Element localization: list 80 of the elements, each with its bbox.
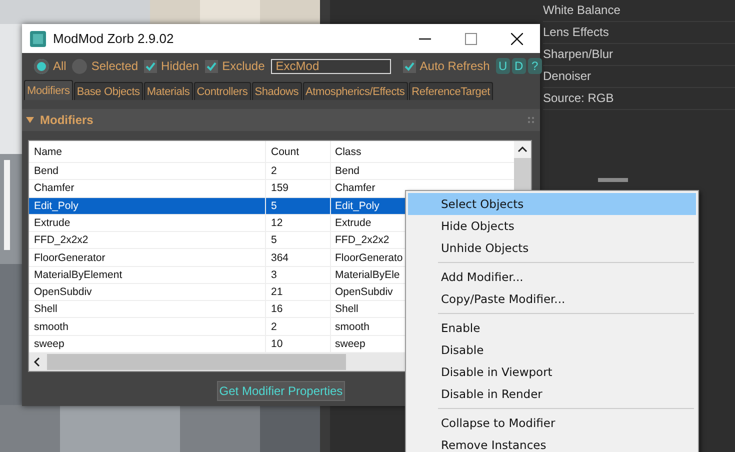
small-button[interactable]: ? — [528, 58, 542, 74]
checkbox[interactable]: Exclude — [205, 59, 265, 73]
menu-item[interactable]: Unhide Objects — [408, 237, 696, 259]
column-header[interactable]: Class — [331, 141, 362, 162]
menu-item[interactable]: Remove Instances — [408, 434, 696, 452]
panel-item[interactable]: Denoiser — [543, 66, 735, 88]
rollout-title[interactable]: Modifiers — [40, 113, 94, 127]
table-cell[interactable]: FloorGenerato — [331, 249, 403, 266]
panel-item[interactable]: Lens Effects — [543, 22, 735, 44]
menu-item[interactable]: Select Objects — [408, 193, 696, 215]
table-cell[interactable]: Bend — [29, 163, 266, 180]
table-cell[interactable]: Bend — [331, 163, 360, 180]
table-cell[interactable]: 3 — [266, 266, 331, 283]
triangle-icon[interactable] — [26, 116, 34, 124]
table-cell[interactable]: 21 — [266, 284, 331, 300]
checkmark-icon — [145, 60, 156, 72]
maximize-icon[interactable] — [465, 32, 477, 44]
tab[interactable]: Base Objects — [74, 82, 143, 100]
menu-item[interactable]: Disable — [408, 339, 696, 361]
menu-item[interactable]: Add Modifier... — [408, 266, 696, 288]
grip-icon[interactable] — [528, 117, 534, 123]
checkbox[interactable]: Auto Refresh — [402, 59, 490, 73]
checkbox[interactable]: Hidden — [144, 59, 200, 73]
tab[interactable]: Materials — [144, 82, 193, 100]
table-cell[interactable]: 2 — [266, 163, 331, 180]
table-cell[interactable]: 5 — [266, 232, 331, 248]
column-header[interactable]: Name — [29, 141, 266, 162]
table-cell[interactable]: Shell — [29, 301, 266, 318]
table-cell[interactable]: 12 — [266, 214, 331, 232]
table-cell[interactable]: MaterialByEle — [331, 266, 400, 283]
table-cell[interactable]: 10 — [266, 336, 331, 352]
table-cell[interactable]: FFD_2x2x2 — [331, 232, 390, 248]
menu-item[interactable]: Copy/Paste Modifier... — [408, 288, 696, 310]
menu-item[interactable]: Hide Objects — [408, 215, 696, 237]
checkmark-icon — [206, 60, 218, 72]
table-cell[interactable]: FFD_2x2x2 — [29, 232, 266, 248]
tab[interactable]: Modifiers — [24, 80, 73, 100]
radio-button[interactable]: All — [34, 58, 66, 74]
get-properties-button[interactable]: Get Modifier Properties — [217, 381, 345, 401]
table-cell[interactable]: 159 — [266, 180, 331, 197]
table-cell[interactable]: OpenSubdiv — [29, 284, 266, 300]
table-cell[interactable]: 2 — [266, 318, 331, 335]
app-icon — [30, 30, 46, 46]
table-cell[interactable]: MaterialByElement — [29, 266, 266, 283]
panel-item[interactable]: Sharpen/Blur — [543, 44, 735, 66]
grip-icon[interactable] — [598, 177, 628, 183]
table-cell[interactable]: Extrude — [331, 214, 372, 232]
window-title: ModMod Zorb 2.9.02 — [53, 31, 174, 46]
tab[interactable]: Atmospherics/Effects — [302, 82, 408, 100]
table-cell[interactable]: sweep — [29, 336, 266, 352]
small-button[interactable]: U — [496, 58, 510, 74]
table-cell[interactable]: sweep — [331, 336, 366, 352]
column-header[interactable]: Count — [266, 141, 331, 162]
table-cell[interactable]: Chamfer — [331, 180, 376, 197]
menu-item[interactable]: Collapse to Modifier — [408, 412, 696, 434]
table-cell[interactable]: Edit_Poly — [29, 198, 266, 214]
table-cell[interactable]: Extrude — [29, 214, 266, 232]
close-icon[interactable] — [511, 32, 523, 44]
tab[interactable]: ReferenceTarget — [408, 82, 493, 100]
table-cell[interactable]: smooth — [29, 318, 266, 335]
table-cell[interactable]: Shell — [331, 301, 358, 318]
radio-button[interactable]: Selected — [72, 58, 138, 74]
checkmark-icon — [404, 60, 415, 72]
tab[interactable]: Shadows — [252, 82, 302, 100]
small-button[interactable]: D — [512, 58, 526, 74]
input-field[interactable]: ExcMod — [270, 58, 391, 74]
menu-item[interactable]: Enable — [408, 317, 696, 339]
table-cell[interactable]: 16 — [266, 301, 331, 318]
table-cell[interactable]: OpenSubdiv — [331, 284, 393, 300]
menu-item[interactable]: Disable in Render — [408, 383, 696, 405]
panel-item[interactable]: Source: RGB — [543, 88, 735, 110]
table-cell[interactable]: Edit_Poly — [331, 198, 380, 214]
tab[interactable]: Controllers — [194, 82, 251, 100]
table-cell[interactable]: Chamfer — [29, 180, 266, 197]
table-cell[interactable]: 5 — [266, 198, 331, 214]
menu-item[interactable]: Disable in Viewport — [408, 361, 696, 383]
table-cell[interactable]: smooth — [331, 318, 370, 335]
table-cell[interactable]: 364 — [266, 249, 331, 266]
panel-item[interactable]: White Balance — [543, 0, 735, 22]
table-cell[interactable]: FloorGenerator — [29, 249, 266, 266]
